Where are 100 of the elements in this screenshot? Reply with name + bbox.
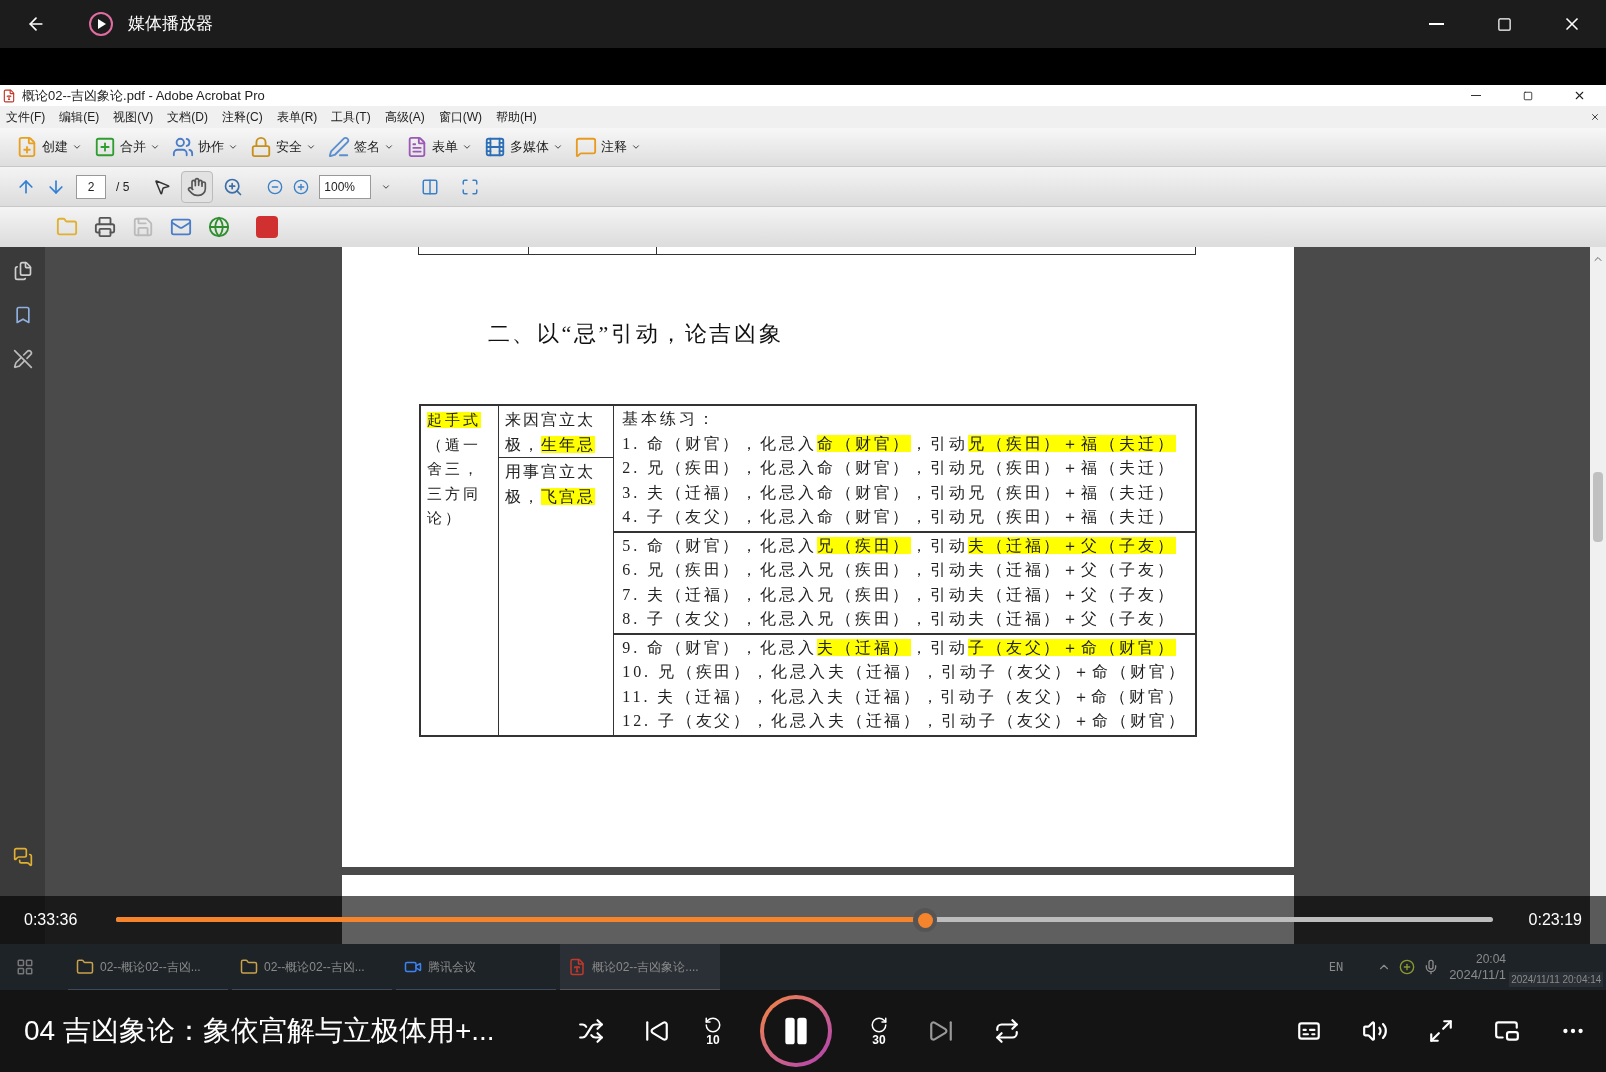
folder-icon [240,957,258,976]
signature-icon [12,349,33,369]
page-count: / 5 [116,178,130,196]
zoom-in-icon [293,178,310,195]
caret-icon [150,142,160,152]
table-cell-text: 起手式 （遁一舍三，三方同论） [426,411,482,528]
task-button[interactable]: 签名 [328,136,394,158]
zoom-tool-icon [223,176,244,197]
pdf-icon [568,957,586,976]
exercise-line: 4. 子（友父），化忌入命（财官），引动兄（疾田）＋福（夫迁） [622,507,1177,527]
fit-width-icon [421,177,440,196]
menu-item[interactable]: 高级(A) [384,108,425,126]
forward-button[interactable]: 30 [870,1016,888,1046]
taskbar-label: 腾讯会议 [428,958,476,976]
task-button[interactable]: 创建 [16,136,82,158]
forms-icon [406,136,428,158]
menu-item[interactable]: 注释(C) [222,108,263,126]
table-cell-text: 来因宫立太极，生年忌 [505,410,596,455]
hand-tool[interactable] [181,170,214,203]
comment-icon [575,136,597,158]
taskbar-item[interactable]: 概论02--吉凶象论.... [560,944,720,990]
secure-icon [250,136,272,158]
taskbar-label: 概论02--吉凶象论.... [592,958,699,976]
exercise-line: 2. 兄（疾田），化忌入命（财官），引动兄（疾田）＋福（夫迁） [622,458,1177,478]
task-button[interactable]: 表单 [406,136,472,158]
collaborate-icon [172,136,194,158]
caret-icon [228,142,238,152]
task-button[interactable]: 合并 [94,136,160,158]
date-tooltip: 2024/11/11 20:04:14 [1509,972,1604,987]
minimize-icon [1428,23,1444,25]
exercise-line: 9. 命（财官），化忌入 夫（迁福），引动子（友父）＋命（财官） [622,637,1177,658]
caret-icon [631,142,641,152]
zoom-field[interactable]: 100% [319,174,372,199]
exercise-line: 1. 命（财官），化忌入命（财官），引动 兄（疾田）＋福（夫迁） [622,433,1177,454]
menu-item[interactable]: 工具(T) [331,108,371,126]
exercise-line: 5. 命（财官），化忌入 兄（疾田），引动 夫（迁福）＋父（子友） [622,535,1177,556]
mail-icon [170,216,192,238]
tray-app-icon [1399,959,1416,975]
exercise-line: 11. 夫（迁福），化忌入夫（迁福），引动子（友父）＋命（财官） [622,686,1187,707]
elapsed-time: 0:33:36 [24,910,79,930]
section-heading: 二、以“忌”引动，论吉凶象 [487,320,785,348]
next-icon[interactable] [928,1018,954,1044]
menu-item[interactable]: 帮助(H) [496,108,537,126]
exercise-title: 基本练习： [622,409,718,429]
create-icon [16,136,38,158]
close-icon [1573,89,1586,102]
task-button[interactable]: 安全 [250,136,316,158]
fullscreen-icon[interactable] [1428,1018,1454,1044]
caret-icon [384,142,394,152]
now-playing-title: 04 吉凶象论：象依宫解与立极体用+... [24,1014,496,1048]
task-button[interactable]: 多媒体 [484,136,563,158]
progress-track[interactable] [116,907,1493,933]
open-folder-icon [56,216,78,238]
exercise-line: 3. 夫（迁福），化忌入命（财官），引动兄（疾田）＋福（夫迁） [622,482,1177,503]
exercise-line: 8. 子（友父），化忌入兄（疾田），引动夫（迁福）＋父（子友） [622,609,1177,629]
pages-icon [12,261,33,281]
rewind-button[interactable]: 10 [704,1016,722,1046]
exercise-line: 12. 子（友父），化忌入夫（迁福），引动子（友父）＋命（财官） [622,711,1187,731]
task-button[interactable]: 协作 [172,136,238,158]
mini-player-icon[interactable] [1494,1018,1520,1044]
menu-item[interactable]: 文件(F) [6,108,46,126]
comments-icon [12,847,33,867]
zoom-out-icon [267,178,284,195]
exercise-line: 6. 兄（疾田），化忌入兄（疾田），引动夫（迁福）＋父（子友） [622,560,1177,580]
previous-icon[interactable] [644,1018,670,1044]
pdf-icon [2,88,16,103]
combine-icon [94,136,116,158]
remaining-time: 0:23:19 [1528,910,1582,930]
taskbar-label: 02--概论02--吉凶... [264,958,365,976]
language-indicator: EN [1328,959,1344,976]
multimedia-icon [484,136,506,158]
menu-item[interactable]: 编辑(E) [59,108,100,126]
scroll-thumb[interactable] [1593,472,1603,542]
print-icon [94,216,116,238]
acrobat-title: 概论02--吉凶象论.pdf - Adobe Acrobat Pro [22,86,265,105]
clock-time: 20:04 [1475,952,1506,967]
exercise-line: 10. 兄（疾田），化忌入夫（迁福），引动子（友父）＋命（财官） [622,662,1187,682]
start-icon [16,958,34,976]
menu-item[interactable]: 窗口(W) [438,108,482,126]
menu-item[interactable]: 视图(V) [113,108,154,126]
taskbar-label: 02--概论02--吉凶... [100,958,201,976]
fit-page-icon [461,177,480,196]
globe-icon [208,216,230,238]
shuffle-icon[interactable] [578,1018,604,1044]
caret-icon [553,142,563,152]
caret-icon [72,142,82,152]
volume-icon[interactable] [1362,1018,1388,1044]
sign-icon [328,136,350,158]
task-button[interactable]: 注释 [575,136,641,158]
minimize-icon [1471,95,1481,96]
window-title: 媒体播放器 [128,13,213,36]
menu-item[interactable]: 文档(D) [167,108,208,126]
caret-icon [462,142,472,152]
close-icon [1590,112,1600,122]
menu-item[interactable]: 表单(R) [276,108,318,126]
maximize-icon [1496,16,1512,32]
page-number-field[interactable]: 2 [76,174,106,199]
exercise-line: 7. 夫（迁福），化忌入兄（疾田），引动夫（迁福）＋父（子友） [622,584,1177,605]
caret-icon [306,142,316,152]
save-icon [132,216,154,238]
